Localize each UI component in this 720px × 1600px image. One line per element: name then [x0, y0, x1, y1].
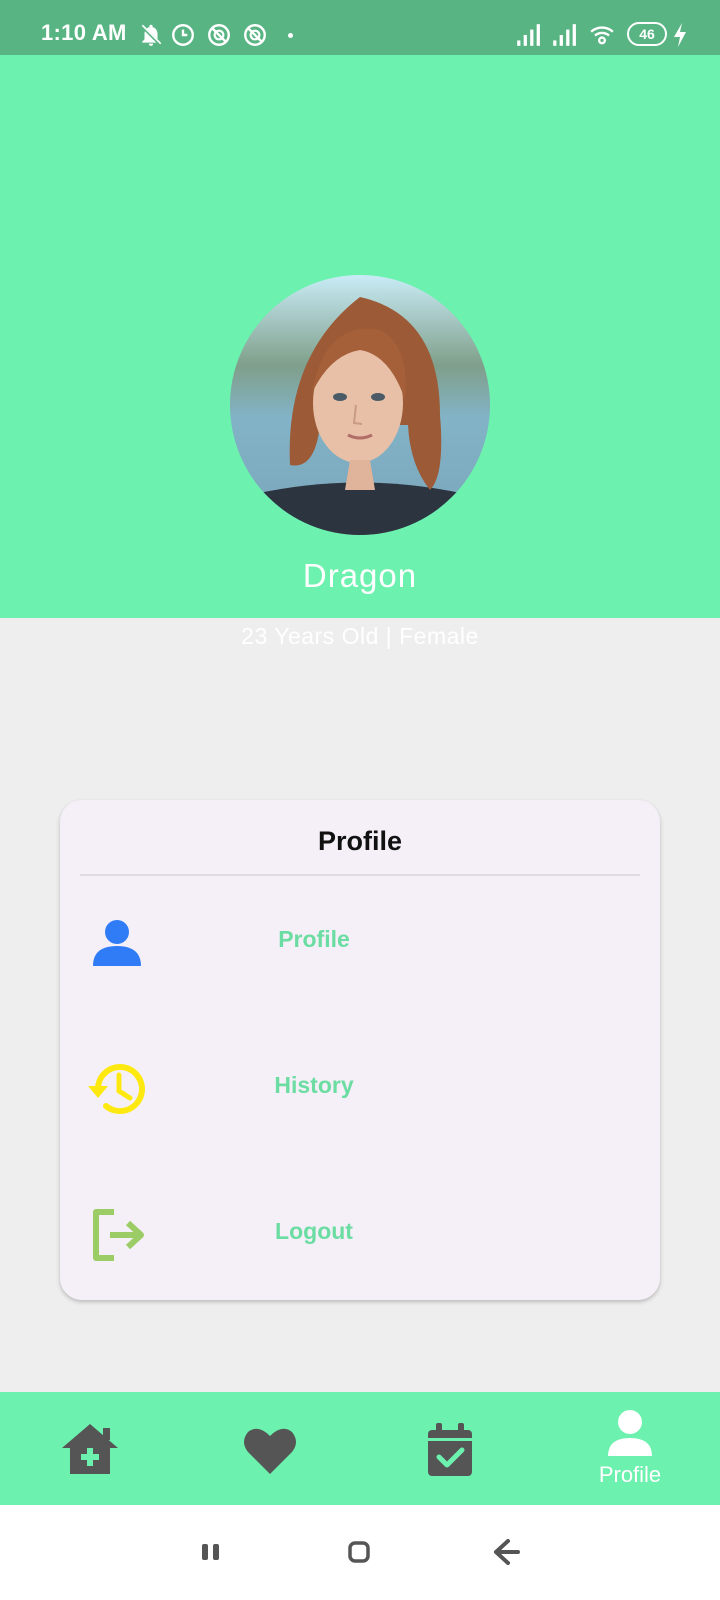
status-bar: 1:10 AM 46: [0, 0, 720, 55]
menu-item-profile[interactable]: Profile: [60, 890, 660, 1000]
profile-header: Dragon 23 Years Old | Female: [0, 55, 720, 649]
avatar[interactable]: [230, 275, 490, 535]
wifi-icon: [590, 26, 614, 45]
logout-icon: [93, 1209, 144, 1261]
menu-item-logout[interactable]: Logout: [60, 1182, 660, 1292]
recent-apps-icon[interactable]: [196, 1537, 226, 1567]
nav-appointments[interactable]: [360, 1392, 540, 1505]
nav-favorites[interactable]: [180, 1392, 360, 1505]
clock-icon: [172, 24, 194, 46]
nav-home[interactable]: [0, 1392, 180, 1505]
charging-icon: [674, 23, 686, 47]
nav-profile[interactable]: Profile: [540, 1392, 720, 1505]
signal-icon: [553, 24, 576, 46]
bell-off-icon: [140, 24, 162, 46]
user-name: Dragon: [302, 557, 418, 594]
signal-icon: [517, 24, 540, 46]
no-entry-icon: [208, 24, 230, 46]
person-icon: [93, 920, 141, 966]
divider: [80, 874, 640, 876]
menu-label-logout: Logout: [275, 1218, 353, 1244]
avatar-photo: [230, 275, 490, 535]
menu-item-history[interactable]: History: [60, 1036, 660, 1146]
status-time: 1:10 AM: [41, 20, 127, 45]
card-title: Profile: [317, 826, 403, 856]
system-navigation-bar: [0, 1505, 720, 1600]
bottom-navigation: Profile: [0, 1392, 720, 1505]
menu-label-profile: Profile: [278, 926, 350, 952]
home-icon[interactable]: [344, 1537, 374, 1567]
no-entry-icon: [244, 24, 266, 46]
person-icon: [608, 1410, 652, 1456]
heart-icon: [244, 1428, 296, 1474]
nav-label-profile: Profile: [598, 1462, 662, 1487]
calendar-check-icon: [428, 1423, 472, 1476]
menu-label-history: History: [274, 1072, 354, 1098]
user-age-gender: 23 Years Old | Female: [241, 623, 479, 649]
profile-menu-card: Profile Profile History Logout: [60, 800, 660, 1300]
history-icon: [88, 1064, 145, 1115]
home-plus-icon: [62, 1424, 118, 1474]
battery-icon: 46: [627, 22, 667, 46]
back-icon[interactable]: [492, 1537, 522, 1567]
notification-dot: [288, 33, 293, 38]
